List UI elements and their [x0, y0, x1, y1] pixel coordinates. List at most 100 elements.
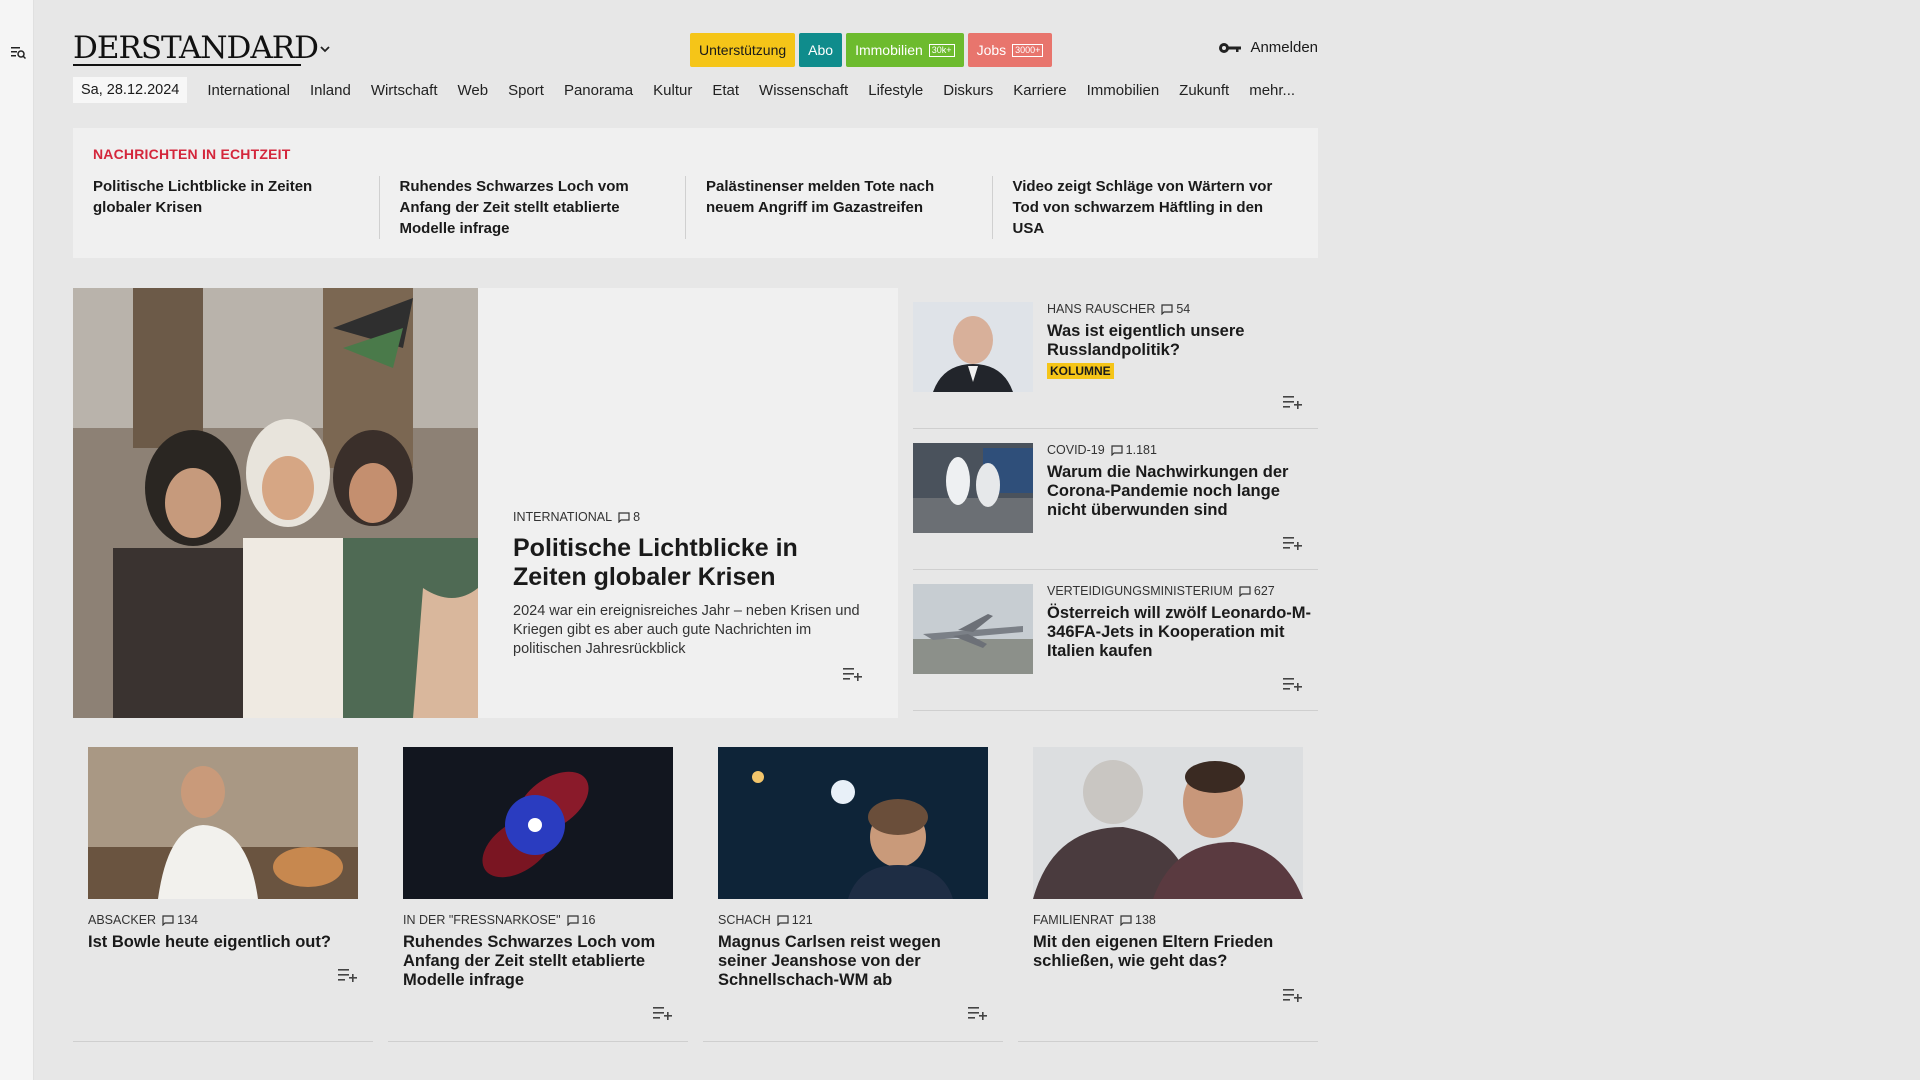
card-title[interactable]: Mit den eigenen Eltern Frieden schließen… [1033, 933, 1303, 971]
add-to-list-icon[interactable] [338, 967, 358, 983]
teaser-body: Verteidigungsministerium 627 Österreich … [1047, 584, 1312, 661]
teaser-body: Covid-19 1.181 Warum die Nachwirkungen d… [1047, 443, 1312, 520]
comment-icon [1120, 914, 1132, 926]
support-label: Unterstützung [699, 42, 787, 58]
comment-icon [1111, 444, 1123, 456]
hero-kicker[interactable]: International [513, 510, 612, 524]
card-comment-count: 138 [1135, 913, 1156, 927]
nav-item-kultur[interactable]: Kultur [653, 82, 692, 99]
nav-item-panorama[interactable]: Panorama [564, 82, 633, 99]
nav-item-etat[interactable]: Etat [712, 82, 739, 99]
hero-meta: International 8 [513, 510, 873, 524]
hero-comment-count: 8 [633, 510, 641, 524]
teaser-title[interactable]: Was ist eigentlich unsere Russlandpoliti… [1047, 322, 1312, 360]
list-item[interactable]: Covid-19 1.181 Warum die Nachwirkungen d… [913, 429, 1318, 570]
article-card[interactable]: Familienrat 138 Mit den eigenen Eltern F… [1018, 747, 1318, 1042]
jobs-button[interactable]: Jobs 3000+ [967, 33, 1053, 67]
card-meta: In der "Fressnarkose" 16 [403, 913, 673, 927]
teaser-image[interactable] [913, 443, 1033, 533]
nav-item-lifestyle[interactable]: Lifestyle [868, 82, 923, 99]
ticker-title: NACHRICHTEN IN ECHTZEIT [93, 146, 291, 162]
teaser-image[interactable] [913, 584, 1033, 674]
card-comments[interactable]: 16 [566, 913, 596, 927]
card-title[interactable]: Magnus Carlsen reist wegen seiner Jeansh… [718, 933, 988, 990]
nav-item-diskurs[interactable]: Diskurs [943, 82, 993, 99]
teaser-comments[interactable]: 54 [1161, 302, 1190, 316]
add-to-list-icon[interactable] [843, 666, 863, 682]
add-to-list-icon[interactable] [1283, 394, 1303, 410]
card-title[interactable]: Ist Bowle heute eigentlich out? [88, 933, 358, 952]
card-comments[interactable]: 121 [777, 913, 813, 927]
immobilien-badge: 30k+ [928, 43, 955, 57]
nav-item-karriere[interactable]: Karriere [1013, 82, 1066, 99]
hero-comments[interactable]: 8 [618, 510, 640, 524]
card-kicker[interactable]: Absacker [88, 913, 156, 927]
ticker-item[interactable]: Video zeigt Schläge von Wärtern vor Tod … [991, 176, 1299, 239]
nav-item-zukunft[interactable]: Zukunft [1179, 82, 1229, 99]
left-sidebar [0, 0, 34, 1080]
teaser-kicker[interactable]: Hans Rauscher [1047, 302, 1155, 316]
card-kicker[interactable]: Familienrat [1033, 913, 1114, 927]
nav-item-immobilien[interactable]: Immobilien [1087, 82, 1160, 99]
nav-item-web[interactable]: Web [458, 82, 489, 99]
ticker-item[interactable]: Palästinenser melden Tote nach neuem Ang… [685, 176, 992, 239]
nav-item-wirtschaft[interactable]: Wirtschaft [371, 82, 438, 99]
card-body: Absacker 134 Ist Bowle heute eigentlich … [88, 913, 358, 952]
article-card[interactable]: In der "Fressnarkose" 16 Ruhendes Schwar… [388, 747, 688, 1042]
teaser-meta: Verteidigungsministerium 627 [1047, 584, 1312, 598]
add-to-list-icon[interactable] [968, 1005, 988, 1021]
list-item[interactable]: Verteidigungsministerium 627 Österreich … [913, 570, 1318, 711]
teaser-kicker[interactable]: Covid-19 [1047, 443, 1105, 457]
teaser-title[interactable]: Österreich will zwölf Leonardo-M-346FA-J… [1047, 604, 1312, 661]
hero-teaser[interactable]: International 8 Politische Lichtblicke i… [73, 288, 898, 718]
login-button[interactable]: Anmelden [1218, 39, 1318, 56]
teaser-kicker[interactable]: Verteidigungsministerium [1047, 584, 1233, 598]
card-comments[interactable]: 134 [162, 913, 198, 927]
add-to-list-icon[interactable] [1283, 535, 1303, 551]
add-to-list-icon[interactable] [1283, 676, 1303, 692]
card-comment-count: 16 [581, 913, 596, 927]
card-image[interactable] [403, 747, 673, 899]
ticker-item[interactable]: Politische Lichtblicke in Zeiten globale… [93, 176, 379, 239]
logo[interactable]: DERSTANDARD [73, 30, 319, 66]
comment-icon [566, 914, 579, 926]
teaser-title[interactable]: Warum die Nachwirkungen der Corona-Pande… [1047, 463, 1312, 520]
menu-search-icon[interactable] [10, 44, 26, 60]
chevron-down-icon[interactable] [318, 42, 332, 56]
nav-item-international[interactable]: International [207, 82, 290, 99]
card-kicker[interactable]: In der "Fressnarkose" [403, 913, 561, 927]
teaser-comments[interactable]: 1.181 [1111, 443, 1157, 457]
hero-title[interactable]: Politische Lichtblicke in Zeiten globale… [513, 534, 873, 592]
nav-item-more[interactable]: mehr... [1249, 82, 1295, 99]
abo-button[interactable]: Abo [799, 33, 843, 67]
teaser-meta: Covid-19 1.181 [1047, 443, 1312, 457]
hero-image[interactable] [73, 288, 478, 718]
teaser-image[interactable] [913, 302, 1033, 392]
card-image[interactable] [718, 747, 988, 899]
immobilien-button[interactable]: Immobilien 30k+ [846, 33, 964, 67]
nav-item-inland[interactable]: Inland [310, 82, 351, 99]
logo-underline [73, 64, 301, 66]
header-pills: Unterstützung Abo Immobilien 30k+ Jobs 300… [690, 33, 1053, 67]
teaser-comment-count: 627 [1253, 584, 1275, 598]
main-nav: Sa, 28.12.2024 International Inland Wirt… [73, 76, 1315, 104]
support-button[interactable]: Unterstützung [690, 33, 796, 67]
ticker-item[interactable]: Ruhendes Schwarzes Loch vom Anfang der Z… [378, 176, 686, 239]
add-to-list-icon[interactable] [653, 1005, 673, 1021]
article-card[interactable]: Schach 121 Magnus Carlsen reist wegen se… [703, 747, 1003, 1042]
card-title[interactable]: Ruhendes Schwarzes Loch vom Anfang der Z… [403, 933, 673, 990]
article-card[interactable]: Absacker 134 Ist Bowle heute eigentlich … [73, 747, 373, 1042]
list-item[interactable]: Hans Rauscher 54 Was ist eigentlich unse… [913, 288, 1318, 429]
card-comments[interactable]: 138 [1120, 913, 1156, 927]
card-image[interactable] [1033, 747, 1303, 899]
card-body: Schach 121 Magnus Carlsen reist wegen se… [718, 913, 988, 990]
add-to-list-icon[interactable] [1283, 987, 1303, 1003]
card-image[interactable] [88, 747, 358, 899]
nav-item-wissenschaft[interactable]: Wissenschaft [759, 82, 848, 99]
comment-icon [618, 511, 630, 523]
nav-item-sport[interactable]: Sport [508, 82, 544, 99]
teaser-comments[interactable]: 627 [1239, 584, 1275, 598]
teaser-comment-count: 1.181 [1125, 443, 1157, 457]
card-kicker[interactable]: Schach [718, 913, 771, 927]
comment-icon [162, 914, 174, 926]
